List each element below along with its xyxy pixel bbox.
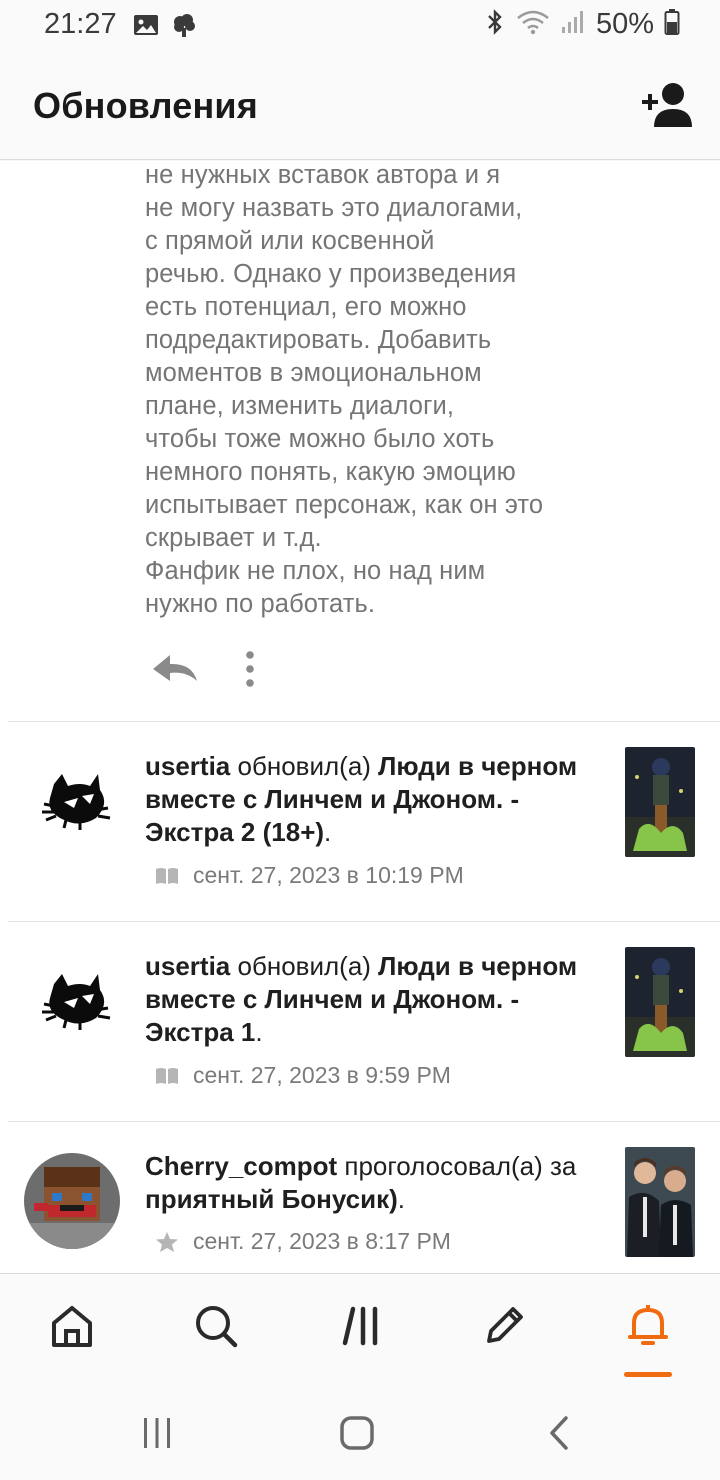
punctuation: . — [255, 1017, 263, 1047]
action-text: обновил(а) — [230, 951, 379, 981]
cat-avatar-icon — [24, 954, 120, 1050]
action-text: проголосовал(а) за — [337, 1151, 577, 1181]
comment-text: не нужных вставок автора и я не могу наз… — [145, 161, 544, 618]
timestamp: сент. 27, 2023 в 10:19 PM — [193, 862, 464, 888]
image-icon — [133, 13, 159, 42]
status-bar: 21:27 50% — [0, 0, 720, 52]
avatar[interactable] — [24, 1153, 120, 1249]
library-icon — [342, 1306, 378, 1346]
username[interactable]: usertia — [145, 751, 230, 781]
active-tab-indicator — [624, 1372, 672, 1377]
avatar[interactable] — [24, 754, 120, 850]
nav-search-button[interactable] — [186, 1296, 246, 1356]
avatar[interactable] — [24, 954, 120, 1050]
back-icon — [550, 1416, 568, 1450]
search-icon — [196, 1306, 238, 1348]
minecraft-avatar-icon — [24, 1153, 120, 1249]
action-text: обновил(а) — [230, 751, 379, 781]
add-user-button[interactable] — [640, 81, 696, 129]
feed-item-text[interactable]: usertia обновил(а) Люди в черном вместе … — [145, 750, 605, 849]
punctuation: . — [324, 817, 332, 847]
system-navigation — [0, 1383, 720, 1480]
cat-avatar-icon — [24, 754, 120, 850]
feed-item-text[interactable]: usertia обновил(а) Люди в черном вместе … — [145, 950, 605, 1049]
bluetooth-icon — [484, 8, 506, 41]
book-icon — [156, 1067, 178, 1084]
story-cover-thumbnail[interactable] — [625, 947, 695, 1057]
recents-icon — [144, 1418, 170, 1448]
nav-notifications-button[interactable] — [618, 1296, 678, 1356]
nav-write-button[interactable] — [474, 1296, 534, 1356]
book-icon — [156, 867, 178, 884]
more-vertical-icon — [246, 651, 254, 687]
story-cover-thumbnail[interactable] — [625, 747, 695, 857]
feed-meta: сент. 27, 2023 в 10:19 PM — [155, 862, 464, 889]
app-bar: Обновления — [0, 52, 720, 160]
timestamp: сент. 27, 2023 в 9:59 PM — [193, 1062, 451, 1088]
system-back-button[interactable] — [534, 1413, 584, 1453]
system-home-button[interactable] — [332, 1413, 382, 1453]
feed-item-text[interactable]: Cherry_compot проголосовал(а) за приятны… — [145, 1150, 605, 1216]
timestamp: сент. 27, 2023 в 8:17 PM — [193, 1228, 451, 1254]
punctuation: . — [397, 1184, 406, 1214]
star-icon — [156, 1231, 178, 1252]
nav-home-button[interactable] — [42, 1296, 102, 1356]
battery-percent: 50% — [595, 8, 654, 40]
story-title[interactable]: приятный Бонусик) — [145, 1184, 398, 1214]
username[interactable]: Cherry_compot — [145, 1151, 337, 1181]
feed-item[interactable]: usertia обновил(а) Люди в черном вместе … — [0, 721, 720, 921]
feed-meta: сент. 27, 2023 в 8:17 PM — [155, 1228, 451, 1255]
write-icon — [487, 1307, 523, 1343]
wifi-icon — [516, 8, 550, 41]
status-right-group: 50% — [484, 8, 680, 41]
page-title: Обновления — [33, 85, 258, 126]
notifications-icon — [628, 1305, 668, 1345]
updates-feed[interactable]: не нужных вставок автора и я не могу наз… — [0, 161, 720, 1273]
cloud-icon — [170, 11, 198, 44]
bottom-navigation — [0, 1273, 720, 1383]
more-options-button[interactable] — [236, 649, 264, 689]
home-icon — [52, 1306, 92, 1347]
story-cover-thumbnail[interactable] — [625, 1147, 695, 1257]
feed-meta: сент. 27, 2023 в 9:59 PM — [155, 1062, 451, 1089]
feed-item[interactable]: usertia обновил(а) Люди в черном вместе … — [0, 921, 720, 1121]
nav-library-button[interactable] — [332, 1296, 392, 1356]
signal-icon — [560, 9, 586, 40]
battery-icon — [664, 8, 680, 41]
reply-icon — [153, 655, 197, 681]
reply-button[interactable] — [150, 651, 200, 687]
home-circle-icon — [340, 1416, 374, 1450]
recents-button[interactable] — [132, 1413, 182, 1453]
feed-item[interactable]: Cherry_compot проголосовал(а) за приятны… — [0, 1121, 720, 1273]
status-time: 21:27 — [44, 8, 117, 40]
add-user-icon — [642, 83, 692, 127]
username[interactable]: usertia — [145, 951, 230, 981]
